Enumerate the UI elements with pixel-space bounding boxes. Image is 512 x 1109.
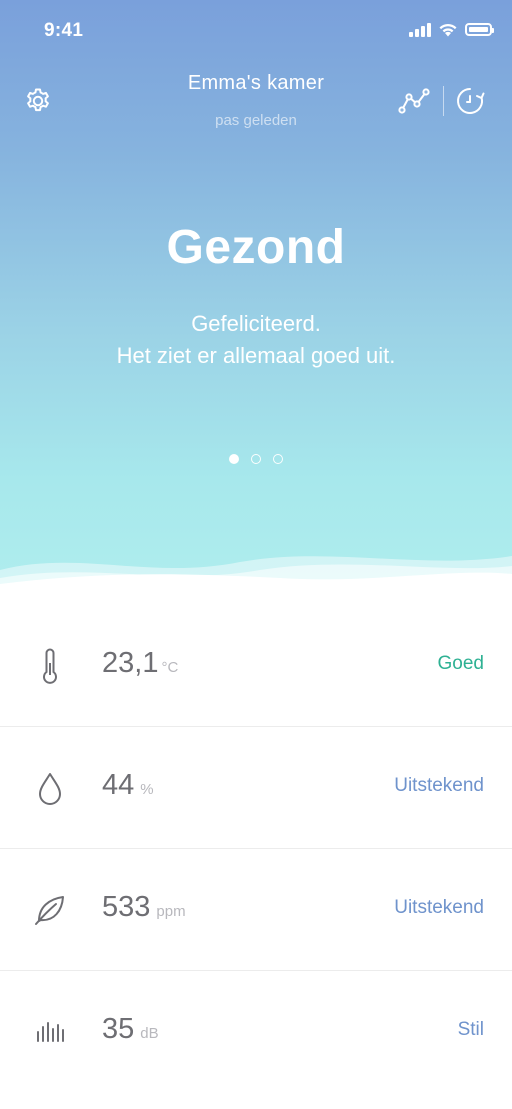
- metric-value: 44: [102, 769, 135, 801]
- wifi-icon: [439, 23, 457, 37]
- humidity-drop-icon: [39, 773, 61, 805]
- status-bar: 9:41: [0, 0, 512, 60]
- metric-value: 533: [102, 891, 151, 923]
- metrics-list: 23,1 °C Goed 44 % Uitstekend 533 ppm Uit…: [0, 605, 512, 1092]
- page-dot-3[interactable]: [273, 454, 283, 464]
- metric-rating: Uitstekend: [394, 775, 484, 796]
- status-message-line-1: Gefeliciteerd.: [191, 311, 321, 336]
- metric-value: 23,1: [102, 647, 159, 679]
- cellular-signal-icon: [409, 22, 431, 37]
- metric-rating: Stil: [457, 1019, 484, 1040]
- status-time: 9:41: [44, 20, 84, 41]
- trend-chart-icon: [398, 88, 430, 114]
- page-dot-2[interactable]: [251, 454, 261, 464]
- metric-rating: Uitstekend: [394, 897, 484, 918]
- wave-divider: [0, 556, 512, 610]
- header-divider: [443, 86, 444, 116]
- metric-row-humidity[interactable]: 44 % Uitstekend: [0, 727, 512, 849]
- last-updated-label: pas geleden: [215, 112, 297, 129]
- room-title: Emma's kamer: [187, 72, 325, 94]
- metric-unit: ppm: [156, 903, 186, 920]
- status-message-line-2: Het ziet er allemaal goed uit.: [116, 343, 396, 368]
- history-icon: [457, 88, 485, 114]
- sound-level-icon: [37, 1022, 64, 1042]
- battery-icon: [465, 23, 494, 36]
- history-button[interactable]: [452, 83, 488, 119]
- metric-rating: Goed: [437, 653, 484, 674]
- metric-value: 35: [102, 1013, 135, 1045]
- metric-row-noise[interactable]: 35 dB Stil: [0, 971, 512, 1092]
- metric-row-co2[interactable]: 533 ppm Uitstekend: [0, 849, 512, 971]
- page-dot-1[interactable]: [229, 454, 239, 464]
- air-quality-status: Gezond: [166, 221, 346, 274]
- metric-unit: dB: [140, 1025, 159, 1042]
- metric-row-temperature[interactable]: 23,1 °C Goed: [0, 605, 512, 727]
- status-icons: [409, 22, 494, 37]
- metric-unit: %: [140, 781, 154, 798]
- metric-unit: °C: [161, 659, 179, 676]
- trend-chart-button[interactable]: [396, 83, 432, 119]
- leaf-icon: [35, 896, 64, 925]
- page-indicator: [0, 454, 512, 464]
- status-message: Gefeliciteerd. Het ziet er allemaal goed…: [0, 308, 512, 372]
- thermometer-icon: [43, 648, 57, 684]
